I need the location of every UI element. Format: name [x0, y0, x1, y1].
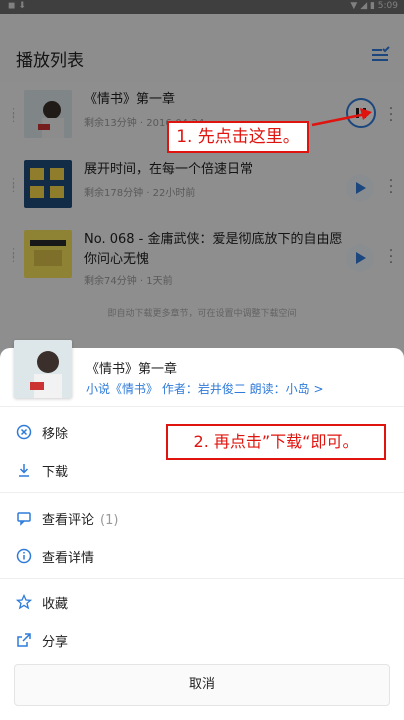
- sheet-subtitle-link[interactable]: 小说《情书》 作者：岩井俊二 朗读：小岛 >: [86, 380, 324, 397]
- menu-label: 移除: [42, 427, 69, 442]
- view-details-menu-item[interactable]: 查看详情: [0, 536, 404, 576]
- menu-label-text: 查看评论: [42, 513, 95, 528]
- view-comments-menu-item[interactable]: 查看评论 (1): [0, 498, 404, 538]
- menu-label: 收藏: [42, 597, 69, 612]
- favorite-menu-item[interactable]: 收藏: [0, 582, 404, 622]
- menu-label: 查看评论 (1): [42, 509, 118, 528]
- divider: [0, 406, 404, 407]
- divider: [0, 578, 404, 579]
- menu-label: 分享: [42, 635, 69, 650]
- sheet-cover: [14, 340, 72, 398]
- info-icon: [16, 548, 32, 564]
- share-menu-item[interactable]: 分享: [0, 620, 404, 660]
- divider: [0, 492, 404, 493]
- comment-icon: [17, 512, 31, 526]
- menu-label: 下载: [42, 465, 69, 480]
- comment-count: (1): [100, 513, 119, 528]
- remove-circle-icon: [16, 424, 32, 440]
- star-icon: [16, 594, 32, 610]
- annotation-step-2: 2. 再点击”下载“即可。: [166, 424, 386, 460]
- cancel-button[interactable]: 取消: [14, 664, 390, 706]
- sheet-title: 《情书》第一章: [86, 362, 178, 377]
- annotation-step-1: 1. 先点击这里。: [167, 121, 309, 153]
- share-icon: [17, 633, 31, 647]
- download-icon: [19, 464, 29, 477]
- menu-label: 查看详情: [42, 551, 95, 566]
- bottom-sheet: 《情书》第一章 小说《情书》 作者：岩井俊二 朗读：小岛 > 移除 下载 查看评…: [0, 340, 404, 720]
